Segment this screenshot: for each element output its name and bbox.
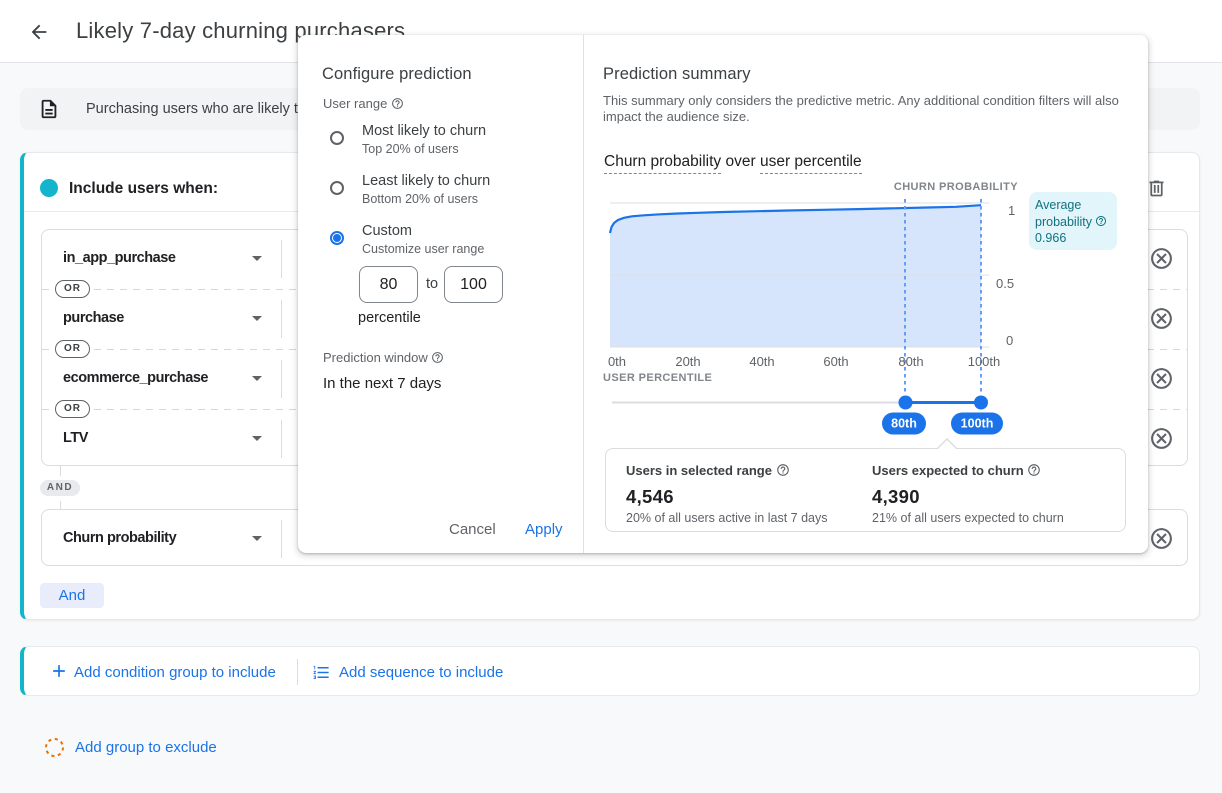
svg-text:0.5: 0.5 — [996, 276, 1014, 291]
svg-text:100th: 100th — [968, 354, 1001, 369]
svg-text:0th: 0th — [608, 354, 626, 369]
svg-text:80th: 80th — [898, 354, 923, 369]
svg-text:20th: 20th — [675, 354, 700, 369]
svg-text:60th: 60th — [823, 354, 848, 369]
svg-text:40th: 40th — [749, 354, 774, 369]
svg-text:80th: 80th — [891, 417, 917, 431]
svg-text:1: 1 — [1008, 203, 1015, 218]
svg-text:0: 0 — [1006, 333, 1013, 348]
svg-text:100th: 100th — [961, 417, 994, 431]
